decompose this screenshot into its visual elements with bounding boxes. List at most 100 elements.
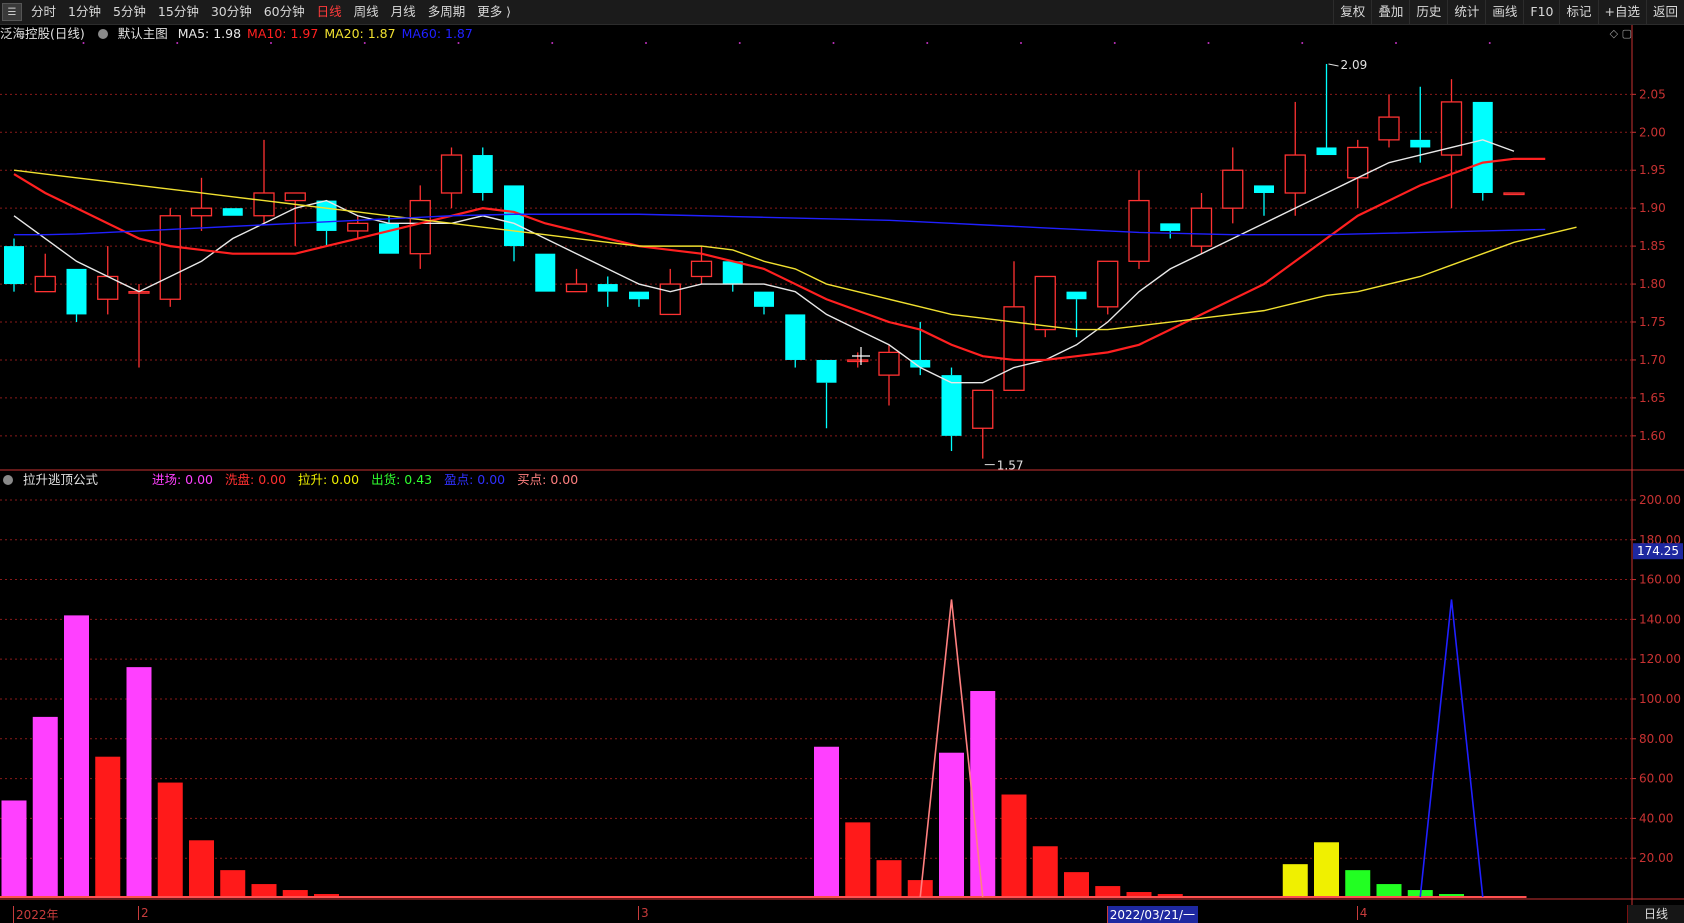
tool-button-1[interactable]: 叠加 bbox=[1371, 0, 1409, 24]
candle[interactable] bbox=[1222, 147, 1244, 224]
candle[interactable] bbox=[1503, 192, 1525, 196]
candle[interactable] bbox=[754, 291, 774, 315]
candle[interactable] bbox=[597, 276, 618, 307]
candle[interactable] bbox=[253, 139, 275, 224]
tool-button-3[interactable]: 统计 bbox=[1447, 0, 1485, 24]
candle[interactable] bbox=[785, 314, 806, 368]
indicator-tick-label: 20.00 bbox=[1639, 851, 1673, 865]
period-tab-3[interactable]: 15分钟 bbox=[152, 0, 205, 24]
candle-body bbox=[629, 291, 649, 300]
tool-button-6[interactable]: 标记 bbox=[1559, 0, 1597, 24]
candle[interactable] bbox=[66, 268, 87, 323]
candle-body bbox=[440, 154, 463, 194]
indicator-tick-label: 100.00 bbox=[1639, 692, 1681, 706]
candle[interactable] bbox=[847, 352, 869, 368]
candle[interactable] bbox=[1254, 185, 1274, 216]
candle[interactable] bbox=[629, 291, 649, 307]
candle-body bbox=[565, 283, 588, 293]
indicator-bar bbox=[1001, 794, 1027, 898]
indicator-bar bbox=[970, 691, 996, 898]
candle-body bbox=[253, 192, 275, 217]
period-tab-1[interactable]: 1分钟 bbox=[62, 0, 107, 24]
signal-dot bbox=[738, 42, 741, 44]
candle[interactable] bbox=[1472, 101, 1493, 201]
signal-dot bbox=[832, 42, 835, 44]
period-label[interactable]: 日线 bbox=[1627, 905, 1684, 923]
candle[interactable] bbox=[878, 344, 900, 406]
candle[interactable] bbox=[535, 253, 556, 292]
indicator-bar bbox=[95, 756, 121, 898]
tool-button-8[interactable]: 返回 bbox=[1645, 0, 1684, 24]
candle[interactable] bbox=[1410, 86, 1431, 163]
candle[interactable] bbox=[409, 185, 431, 269]
candle[interactable] bbox=[816, 359, 837, 429]
candle[interactable] bbox=[190, 177, 213, 231]
candle[interactable] bbox=[284, 192, 306, 247]
indicator-bar bbox=[126, 667, 152, 898]
candle[interactable] bbox=[1160, 223, 1181, 239]
candle[interactable] bbox=[1316, 63, 1337, 156]
candle[interactable] bbox=[565, 268, 588, 293]
price-tick-label: 1.70 bbox=[1639, 353, 1666, 367]
candle[interactable] bbox=[722, 261, 743, 292]
period-tab-9[interactable]: 多周期 bbox=[422, 0, 472, 24]
candle[interactable] bbox=[159, 208, 181, 307]
tool-button-2[interactable]: 历史 bbox=[1409, 0, 1447, 24]
candle-body bbox=[1284, 154, 1306, 194]
candle-body bbox=[754, 291, 774, 307]
signal-dot bbox=[1488, 42, 1491, 44]
candle-body bbox=[535, 253, 556, 292]
candle[interactable] bbox=[972, 389, 994, 459]
tool-button-0[interactable]: 复权 bbox=[1333, 0, 1371, 24]
candle-body bbox=[1316, 147, 1337, 156]
candle[interactable] bbox=[1097, 260, 1119, 315]
candle-body bbox=[690, 260, 713, 278]
signal-dot bbox=[551, 42, 554, 44]
signal-dot bbox=[1395, 42, 1397, 44]
tool-button-7[interactable]: +自选 bbox=[1597, 0, 1646, 24]
chart-area[interactable]: 2.05 2.00 1.95 1.90 1.85 1.80 1.75 1.70 1.65 1.60… bbox=[0, 25, 1684, 923]
period-tab-5[interactable]: 60分钟 bbox=[258, 0, 311, 24]
indicator-bar bbox=[251, 884, 277, 898]
candle[interactable] bbox=[4, 238, 24, 292]
candle-body bbox=[1378, 116, 1400, 141]
period-tab-2[interactable]: 5分钟 bbox=[107, 0, 152, 24]
candle[interactable] bbox=[1440, 79, 1463, 209]
tool-button-5[interactable]: F10 bbox=[1523, 0, 1559, 24]
indicator-bar bbox=[32, 716, 58, 898]
tool-button-4[interactable]: 画线 bbox=[1485, 0, 1523, 24]
period-tab-0[interactable]: 分时 bbox=[25, 0, 62, 24]
price-tick-label: 1.95 bbox=[1639, 163, 1666, 177]
candle-body bbox=[34, 275, 56, 293]
candle-body bbox=[284, 192, 306, 202]
candle[interactable] bbox=[1128, 170, 1150, 269]
candle-body bbox=[722, 261, 743, 285]
candle-body bbox=[1410, 139, 1431, 148]
candle[interactable] bbox=[440, 147, 463, 209]
period-tab-4[interactable]: 30分钟 bbox=[205, 0, 258, 24]
candle[interactable] bbox=[222, 208, 243, 216]
indicator-bar bbox=[1, 800, 27, 898]
candle-body bbox=[816, 359, 837, 383]
candle[interactable] bbox=[1066, 291, 1087, 338]
candle[interactable] bbox=[128, 284, 150, 368]
indicator-bar bbox=[876, 860, 902, 898]
period-tab-8[interactable]: 月线 bbox=[385, 0, 422, 24]
candle[interactable] bbox=[472, 147, 493, 201]
period-tab-10[interactable]: 更多 ⟩ bbox=[471, 0, 517, 24]
candle-body bbox=[66, 268, 87, 315]
candle[interactable] bbox=[1284, 101, 1306, 216]
period-tab-7[interactable]: 周线 bbox=[348, 0, 385, 24]
candle[interactable] bbox=[1190, 192, 1213, 254]
candle[interactable] bbox=[347, 215, 369, 239]
signal-dot bbox=[457, 42, 460, 44]
candle[interactable] bbox=[1034, 275, 1056, 338]
candle-body bbox=[1066, 291, 1087, 300]
period-tab-6[interactable]: 日线 bbox=[311, 0, 348, 24]
indicator-tick-label: 140.00 bbox=[1639, 612, 1681, 626]
candle[interactable] bbox=[34, 253, 56, 293]
candle[interactable] bbox=[1378, 94, 1400, 148]
menu-icon[interactable]: ☰ bbox=[2, 3, 22, 21]
crosshair-cursor-icon bbox=[852, 347, 870, 365]
candle-body bbox=[1160, 223, 1181, 231]
